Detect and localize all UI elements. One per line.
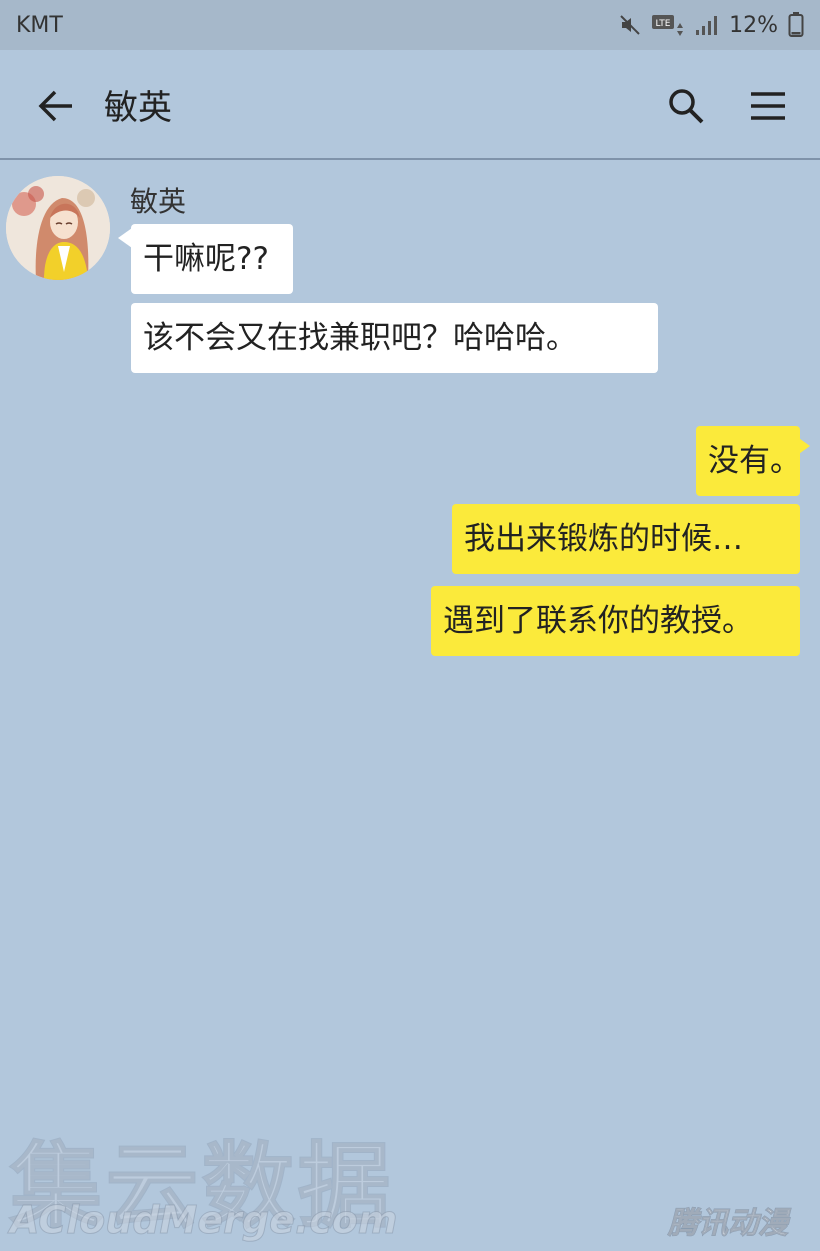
search-button[interactable] [660,80,712,132]
lte-text: LTE [656,19,671,29]
watermark-en: ACloudMerge.com [9,1198,398,1243]
battery-percent: 12% [729,12,778,38]
status-bar: KMT LTE 12% [0,0,820,50]
incoming-message[interactable]: 干嘛呢?? [131,224,293,294]
search-icon [669,89,704,124]
back-arrow-icon [38,90,72,122]
sender-name: 敏英 [130,185,187,218]
publisher-watermark: 腾讯动漫 [668,1206,789,1242]
outgoing-message[interactable]: 没有。 [696,426,801,496]
contact-avatar[interactable] [6,176,110,280]
battery-icon [788,12,804,38]
mute-icon [619,14,641,36]
incoming-message[interactable]: 该不会又在找兼职吧？哈哈哈。 [131,303,658,373]
signal-icon [695,14,719,36]
outgoing-message[interactable]: 我出来锻炼的时候… [452,504,800,574]
incoming-bubble-tail [118,228,132,248]
back-button[interactable] [32,82,80,130]
status-icons: LTE 12% [619,12,804,38]
lte-icon: LTE [651,12,685,38]
menu-icon [751,92,785,120]
menu-button[interactable] [742,80,794,132]
outgoing-message[interactable]: 遇到了联系你的教授。 [431,586,800,656]
carrier-label: KMT [16,12,63,38]
chat-header: 敏英 [0,50,820,160]
chat-title: 敏英 [104,88,172,128]
